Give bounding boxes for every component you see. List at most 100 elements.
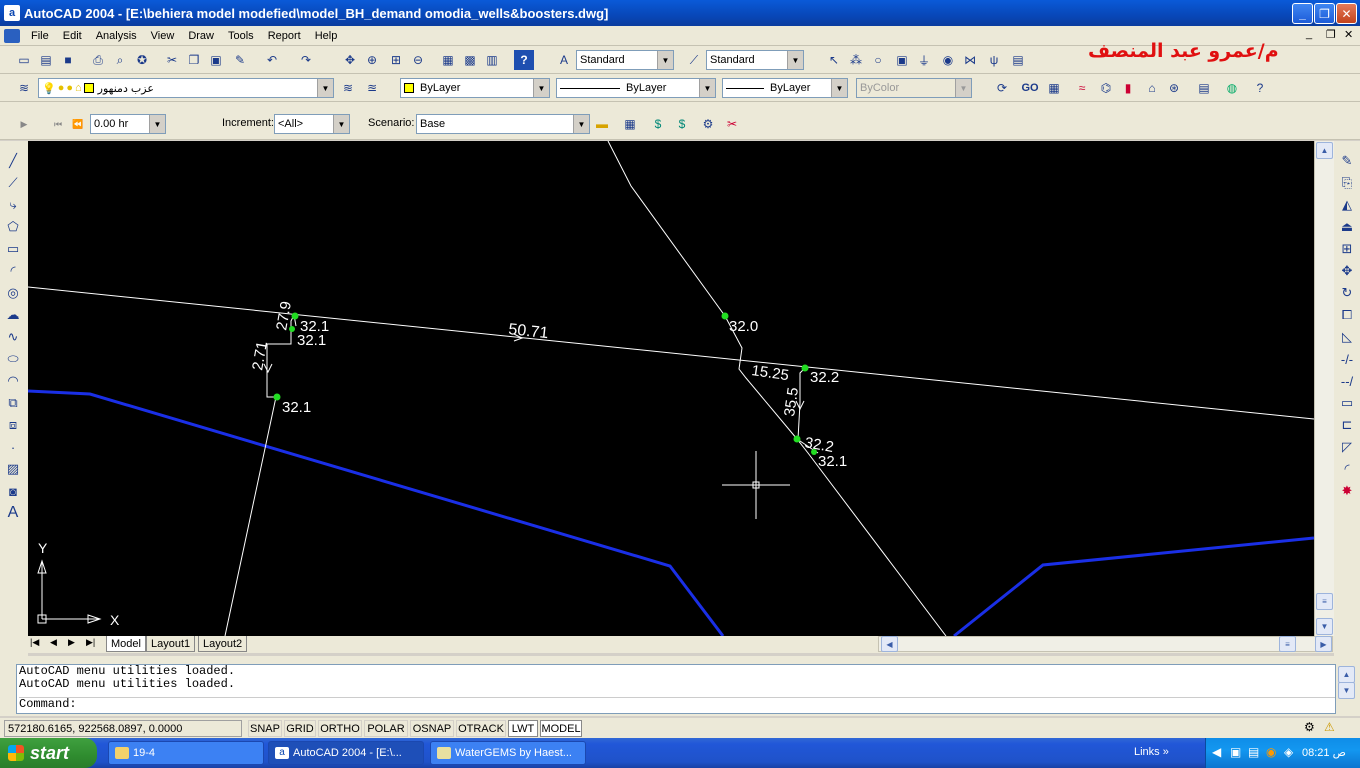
menu-tools[interactable]: Tools <box>221 30 261 42</box>
line-icon[interactable]: ╱ <box>3 151 23 171</box>
color-select[interactable]: ByLayer ▼ <box>400 78 550 98</box>
paste-icon[interactable]: ▣ <box>206 50 226 70</box>
linetype-select[interactable]: ByLayer ▼ <box>556 78 716 98</box>
coordinate-readout[interactable]: 572180.6165, 922568.0897, 0.0000 <box>4 720 242 737</box>
pan-icon[interactable]: ✥ <box>340 50 360 70</box>
refresh-icon[interactable]: ⟳ <box>992 78 1012 98</box>
osnap-toggle[interactable]: OSNAP <box>410 720 454 737</box>
arc-icon[interactable]: ◜ <box>3 261 23 281</box>
snap-toggle[interactable]: SNAP <box>248 720 282 737</box>
print-icon[interactable]: ⎙ <box>88 50 108 70</box>
valve-icon[interactable]: ⋈ <box>960 50 980 70</box>
restore-button[interactable]: ❐ <box>1314 3 1335 24</box>
preview-icon[interactable]: ⌕ <box>110 50 130 70</box>
doc-restore-button[interactable]: ❐ <box>1326 28 1336 41</box>
circle-icon[interactable]: ◎ <box>3 283 23 303</box>
hscroll-thumb[interactable]: ≡ <box>1279 636 1296 652</box>
tab-model[interactable]: Model <box>106 636 146 652</box>
taskbar-item-watergems[interactable]: WaterGEMS by Haest... <box>430 741 586 765</box>
taskbar-item-folder[interactable]: 19-4 <box>108 741 264 765</box>
taskbar-item-autocad[interactable]: a AutoCAD 2004 - [E:\... <box>268 741 424 765</box>
break-icon[interactable]: ⊏ <box>1337 415 1357 435</box>
first-step-icon[interactable]: ⏮ <box>48 114 68 134</box>
trim-icon[interactable]: -/- <box>1337 349 1357 369</box>
otrack-toggle[interactable]: OTRACK <box>456 720 506 737</box>
design-center-icon[interactable]: ▩ <box>460 50 480 70</box>
cmd-scroll-down-icon[interactable]: ▼ <box>1338 682 1355 699</box>
document-icon[interactable] <box>4 28 20 43</box>
flex-tables-icon[interactable]: ▦ <box>1044 78 1064 98</box>
command-line-input[interactable]: Command: <box>19 697 1335 711</box>
tray-antivirus-icon[interactable]: ◉ <box>1266 745 1276 759</box>
ellipse-icon[interactable]: ⬭ <box>3 349 23 369</box>
text-style-icon[interactable]: A <box>554 50 574 70</box>
polygon-icon[interactable]: ⬠ <box>3 217 23 237</box>
scroll-thumb[interactable]: ≡ <box>1316 593 1333 610</box>
doc-minimize-button[interactable]: _ <box>1306 28 1312 40</box>
time-select[interactable]: 0.00 hr ▼ <box>90 114 166 134</box>
scroll-down-icon[interactable]: ▼ <box>1316 618 1333 635</box>
tool-palettes-icon[interactable]: ▥ <box>482 50 502 70</box>
select-arrow-icon[interactable]: ↖ <box>824 50 844 70</box>
cmd-scroll-up-icon[interactable]: ▲ <box>1338 666 1355 683</box>
hatch-icon[interactable]: ▨ <box>3 459 23 479</box>
menu-analysis[interactable]: Analysis <box>89 30 144 42</box>
revision-cloud-icon[interactable]: ☁ <box>3 305 23 325</box>
spline-icon[interactable]: ∿ <box>3 327 23 347</box>
tab-first-icon[interactable]: |◀ <box>30 637 39 648</box>
play-icon[interactable]: ▶ <box>14 114 34 134</box>
ellipse-arc-icon[interactable]: ◠ <box>3 371 23 391</box>
polyline-icon[interactable]: ⤷ <box>3 195 23 215</box>
tray-network-icon[interactable]: ▣ <box>1230 745 1241 759</box>
doc-close-button[interactable]: ✕ <box>1344 28 1353 41</box>
menu-report[interactable]: Report <box>261 30 308 42</box>
point-icon[interactable]: · <box>3 437 23 457</box>
dim-style-select[interactable]: Standard ▼ <box>706 50 804 70</box>
offset-icon[interactable]: ⏏ <box>1337 217 1357 237</box>
tab-layout1[interactable]: Layout1 <box>146 636 196 652</box>
tray-monitor-icon[interactable]: ▤ <box>1248 745 1259 759</box>
mirror-icon[interactable]: ◭ <box>1337 195 1357 215</box>
menu-draw[interactable]: Draw <box>181 30 221 42</box>
zoom-window-icon[interactable]: ⊞ <box>386 50 406 70</box>
make-block-icon[interactable]: ⧈ <box>3 415 23 435</box>
match-properties-icon[interactable]: ✎ <box>230 50 250 70</box>
compute-all-icon[interactable]: $ <box>672 114 692 134</box>
tray-language-icon[interactable]: ◈ <box>1284 745 1293 759</box>
insert-block-icon[interactable]: ⧉ <box>3 393 23 413</box>
model-toggle[interactable]: MODEL <box>540 720 582 737</box>
go-icon[interactable]: GO <box>1020 78 1040 98</box>
tray-back-icon[interactable]: ◀ <box>1212 745 1221 759</box>
stretch-icon[interactable]: ◺ <box>1337 327 1357 347</box>
scroll-up-icon[interactable]: ▲ <box>1316 142 1333 159</box>
properties-icon[interactable]: ▦ <box>438 50 458 70</box>
tab-last-icon[interactable]: ▶| <box>86 637 95 648</box>
scenario-manager-icon[interactable]: ▦ <box>620 114 640 134</box>
hydrant-icon[interactable]: ψ <box>984 50 1004 70</box>
fillet-icon[interactable]: ◜ <box>1337 459 1357 479</box>
vertical-scrollbar[interactable]: ▲ ≡ ▼ <box>1314 141 1334 636</box>
scroll-left-icon[interactable]: ◀ <box>881 636 898 652</box>
tank-icon[interactable]: ▣ <box>892 50 912 70</box>
help-icon[interactable]: ? <box>514 50 534 70</box>
save-icon[interactable]: ■ <box>58 50 78 70</box>
rotate-icon[interactable]: ↻ <box>1337 283 1357 303</box>
scroll-right-icon[interactable]: ▶ <box>1315 636 1332 652</box>
links-toolbar[interactable]: Links » <box>1134 746 1169 758</box>
tab-layout2[interactable]: Layout2 <box>198 636 248 652</box>
layers-icon[interactable]: ≋ <box>14 78 34 98</box>
increment-select[interactable]: <All> ▼ <box>274 114 350 134</box>
polar-toggle[interactable]: POLAR <box>364 720 408 737</box>
communication-center-icon[interactable]: ⚙ <box>1304 720 1315 734</box>
tab-prev-icon[interactable]: ◀ <box>50 637 57 648</box>
layer-select[interactable]: 💡 ● ● ⌂ عزب دمنهور ▼ <box>38 78 334 98</box>
close-button[interactable]: ✕ <box>1336 3 1357 24</box>
menu-view[interactable]: View <box>144 30 182 42</box>
start-button[interactable]: start <box>0 738 97 768</box>
lineweight-select[interactable]: ByLayer ▼ <box>722 78 848 98</box>
profile-icon[interactable]: ⌂ <box>1142 78 1162 98</box>
menu-edit[interactable]: Edit <box>56 30 89 42</box>
minimize-button[interactable]: _ <box>1292 3 1313 24</box>
warning-icon[interactable]: ⚠ <box>1324 720 1335 734</box>
grid-toggle[interactable]: GRID <box>284 720 316 737</box>
